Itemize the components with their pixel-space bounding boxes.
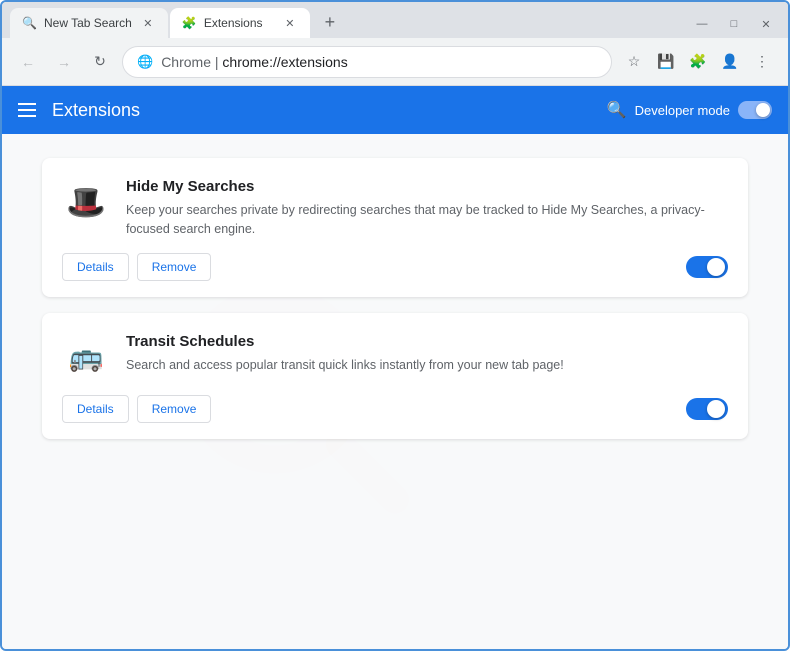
developer-mode-area: 🔍 Developer mode — [607, 100, 772, 120]
extensions-page-title: Extensions — [52, 100, 591, 121]
tab-extensions[interactable]: 🧩 Extensions ✕ — [170, 8, 310, 38]
close-button[interactable]: ✕ — [752, 14, 780, 34]
developer-mode-toggle[interactable] — [738, 101, 772, 119]
card-top-2: 🚌 Transit Schedules Search and access po… — [62, 333, 728, 381]
card-bottom-2: Details Remove — [62, 395, 728, 423]
extension-info: Hide My Searches Keep your searches priv… — [126, 178, 728, 239]
forward-button[interactable]: → — [50, 48, 78, 76]
details-button-transit-schedules[interactable]: Details — [62, 395, 129, 423]
extension-description: Keep your searches private by redirectin… — [126, 201, 728, 239]
hamburger-line — [18, 103, 36, 105]
tab2-label: Extensions — [204, 16, 274, 30]
bookmark-button[interactable]: ☆ — [620, 48, 648, 76]
hamburger-line — [18, 109, 36, 111]
new-tab-button[interactable]: + — [316, 8, 344, 36]
remove-button-transit-schedules[interactable]: Remove — [137, 395, 212, 423]
window-controls: — □ ✕ — [688, 14, 780, 34]
extension-name: Hide My Searches — [126, 178, 728, 195]
address-prefix: Chrome | — [161, 54, 222, 70]
main-content: fish.com 🎩 Hide My Searches Keep your se… — [2, 134, 788, 649]
profile-button[interactable]: 👤 — [716, 48, 744, 76]
card-top: 🎩 Hide My Searches Keep your searches pr… — [62, 178, 728, 239]
back-button[interactable]: ← — [14, 48, 42, 76]
extension-card-hide-my-searches: 🎩 Hide My Searches Keep your searches pr… — [42, 158, 748, 297]
address-url: chrome://extensions — [222, 54, 347, 70]
extension-description-2: Search and access popular transit quick … — [126, 356, 728, 375]
save-to-drive-button[interactable]: 💾 — [652, 48, 680, 76]
reload-button[interactable]: ↻ — [86, 48, 114, 76]
menu-icon[interactable] — [18, 103, 36, 117]
toggle-large-knob-2 — [707, 400, 725, 418]
tab1-close-button[interactable]: ✕ — [140, 15, 156, 31]
search-icon[interactable]: 🔍 — [607, 100, 627, 120]
tab-new-tab-search[interactable]: 🔍 New Tab Search ✕ — [10, 8, 168, 38]
extensions-header: Extensions 🔍 Developer mode — [2, 86, 788, 134]
tabs-container: 🔍 New Tab Search ✕ 🧩 Extensions ✕ + — [10, 8, 680, 38]
toggle-knob — [756, 103, 770, 117]
extension-name-2: Transit Schedules — [126, 333, 728, 350]
extension-icon-transit-schedules: 🚌 — [62, 333, 110, 381]
toolbar-icons: ☆ 💾 🧩 👤 ⋮ — [620, 48, 776, 76]
hamburger-line — [18, 115, 36, 117]
tab1-icon: 🔍 — [22, 16, 36, 30]
address-input[interactable]: 🌐 Chrome | chrome://extensions — [122, 46, 612, 78]
enable-toggle-hide-my-searches[interactable] — [686, 256, 728, 278]
enable-toggle-transit-schedules[interactable] — [686, 398, 728, 420]
title-bar: 🔍 New Tab Search ✕ 🧩 Extensions ✕ + — □ … — [2, 2, 788, 38]
extensions-button[interactable]: 🧩 — [684, 48, 712, 76]
extension-card-transit-schedules: 🚌 Transit Schedules Search and access po… — [42, 313, 748, 439]
address-bar: ← → ↻ 🌐 Chrome | chrome://extensions ☆ 💾… — [2, 38, 788, 86]
extension-icon-hide-my-searches: 🎩 — [62, 178, 110, 226]
details-button-hide-my-searches[interactable]: Details — [62, 253, 129, 281]
maximize-button[interactable]: □ — [720, 14, 748, 34]
address-text: Chrome | chrome://extensions — [161, 54, 597, 70]
remove-button-hide-my-searches[interactable]: Remove — [137, 253, 212, 281]
card-bottom: Details Remove — [62, 253, 728, 281]
tab2-icon: 🧩 — [182, 16, 196, 30]
menu-button[interactable]: ⋮ — [748, 48, 776, 76]
browser-window: 🔍 New Tab Search ✕ 🧩 Extensions ✕ + — □ … — [0, 0, 790, 651]
extension-info-2: Transit Schedules Search and access popu… — [126, 333, 728, 375]
minimize-button[interactable]: — — [688, 14, 716, 34]
secure-icon: 🌐 — [137, 54, 153, 70]
developer-mode-label: Developer mode — [635, 103, 730, 118]
tab1-label: New Tab Search — [44, 16, 132, 30]
tab2-close-button[interactable]: ✕ — [282, 15, 298, 31]
toggle-large-knob — [707, 258, 725, 276]
